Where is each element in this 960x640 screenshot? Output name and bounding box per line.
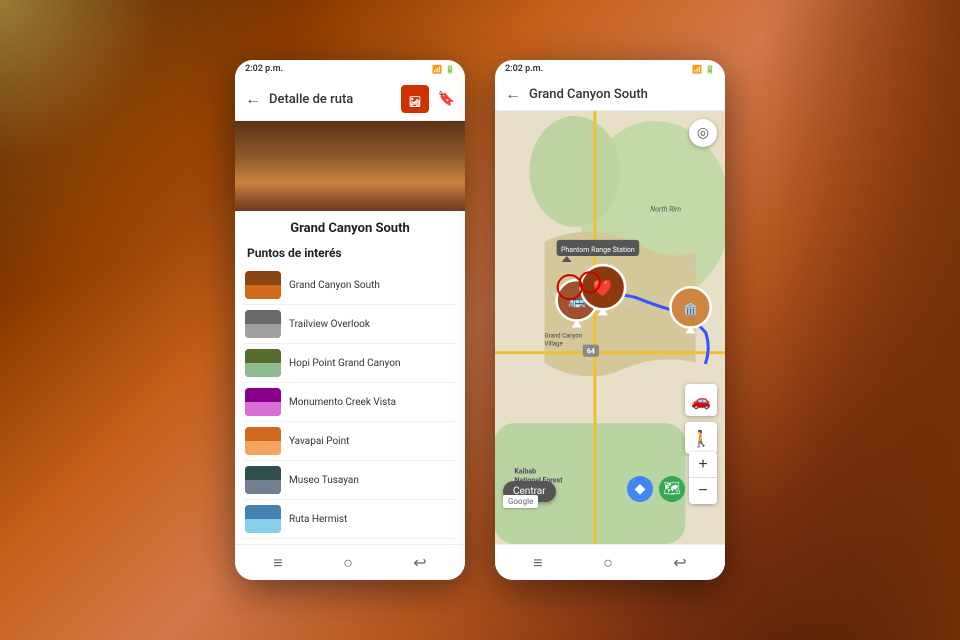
map-container[interactable]: 64 North Rim Grand Canyon Village Kaibab… bbox=[495, 111, 725, 544]
battery-icon-right: 🔋 bbox=[705, 65, 715, 74]
time-left: 2:02 p.m. bbox=[245, 64, 283, 74]
header-title-left: Detalle de ruta bbox=[269, 92, 392, 107]
map-controls: 🚗 🚶 bbox=[685, 384, 717, 454]
poi-thumbnail bbox=[245, 388, 281, 416]
poi-name: Monumento Creek Vista bbox=[289, 397, 396, 408]
poi-thumbnail bbox=[245, 466, 281, 494]
bottom-nav-left: ≡ ○ ↩ bbox=[235, 544, 465, 580]
zoom-in-button[interactable]: + bbox=[689, 452, 717, 478]
back-button-right[interactable]: ← bbox=[505, 84, 521, 104]
poi-name: Museo Tusayan bbox=[289, 475, 359, 486]
section-title: Puntos de interés bbox=[235, 242, 465, 266]
car-mode-button[interactable]: 🚗 bbox=[685, 384, 717, 416]
zoom-controls: + − bbox=[689, 452, 717, 504]
home-icon-left[interactable]: ○ bbox=[343, 553, 353, 573]
svg-text:North Rim: North Rim bbox=[650, 205, 681, 214]
header-title-right: Grand Canyon South bbox=[529, 87, 715, 102]
list-item[interactable]: Grand Canyon South bbox=[243, 266, 457, 305]
hero-image bbox=[235, 121, 465, 211]
app-header-left: ← Detalle de ruta 🏜 🔖 bbox=[235, 78, 465, 121]
svg-text:Kaibab: Kaibab bbox=[514, 467, 536, 476]
back-icon-left[interactable]: ↩ bbox=[413, 553, 426, 572]
svg-text:❤️: ❤️ bbox=[593, 278, 614, 297]
menu-icon-left[interactable]: ≡ bbox=[273, 553, 282, 573]
directions-icon[interactable]: ◆ bbox=[627, 476, 653, 502]
menu-icon-right[interactable]: ≡ bbox=[533, 553, 542, 573]
poi-thumbnail bbox=[245, 505, 281, 533]
list-item[interactable]: Hopi Point Grand Canyon bbox=[243, 344, 457, 383]
battery-icon-left: 🔋 bbox=[445, 65, 455, 74]
list-item[interactable]: Monumento Creek Vista bbox=[243, 383, 457, 422]
poi-name: Hopi Point Grand Canyon bbox=[289, 358, 400, 369]
status-icons-right: 📶 🔋 bbox=[692, 65, 715, 74]
map-nav-icons: ◆ 🗺 bbox=[627, 476, 685, 502]
location-button[interactable]: ◎ bbox=[689, 119, 717, 147]
poi-thumbnail bbox=[245, 271, 281, 299]
list-item[interactable]: Trailview Overlook bbox=[243, 305, 457, 344]
phone-right: 2:02 p.m. 📶 🔋 ← Grand Canyon South bbox=[495, 60, 725, 580]
svg-text:🏛️: 🏛️ bbox=[683, 302, 698, 316]
poi-name: Yavapai Point bbox=[289, 436, 349, 447]
poi-list: Grand Canyon South Trailview Overlook Ho… bbox=[235, 266, 465, 544]
status-bar-left: 2:02 p.m. 📶 🔋 bbox=[235, 60, 465, 78]
app-logo: 🏜 bbox=[400, 84, 430, 114]
home-icon-right[interactable]: ○ bbox=[603, 553, 613, 573]
walk-mode-button[interactable]: 🚶 bbox=[685, 422, 717, 454]
list-item[interactable]: Yavapai Point bbox=[243, 422, 457, 461]
app-header-right: ← Grand Canyon South bbox=[495, 78, 725, 111]
poi-name: Trailview Overlook bbox=[289, 319, 370, 330]
back-icon-right[interactable]: ↩ bbox=[673, 553, 686, 572]
bookmark-button[interactable]: 🔖 bbox=[438, 91, 455, 107]
phone-left: 2:02 p.m. 📶 🔋 ← Detalle de ruta 🏜 🔖 bbox=[235, 60, 465, 580]
list-item[interactable]: Ruta Hermist bbox=[243, 500, 457, 539]
svg-text:64: 64 bbox=[587, 347, 595, 356]
phones-container: 2:02 p.m. 📶 🔋 ← Detalle de ruta 🏜 🔖 bbox=[0, 0, 960, 640]
poi-thumbnail bbox=[245, 427, 281, 455]
poi-name: Grand Canyon South bbox=[289, 280, 380, 291]
time-right: 2:02 p.m. bbox=[505, 64, 543, 74]
zoom-out-button[interactable]: − bbox=[689, 478, 717, 504]
poi-thumbnail bbox=[245, 310, 281, 338]
svg-text:🏜: 🏜 bbox=[408, 96, 421, 108]
svg-text:Phantom Range Station: Phantom Range Station bbox=[561, 245, 635, 254]
google-badge: Google bbox=[503, 495, 538, 508]
location-icon: ◎ bbox=[697, 125, 709, 141]
signal-icon-left: 📶 bbox=[432, 65, 442, 74]
svg-text:Village: Village bbox=[545, 341, 563, 348]
status-icons-left: 📶 🔋 bbox=[432, 65, 455, 74]
maps-icon[interactable]: 🗺 bbox=[659, 476, 685, 502]
svg-text:Grand Canyon: Grand Canyon bbox=[545, 333, 583, 340]
route-title: Grand Canyon South bbox=[235, 211, 465, 242]
signal-icon-right: 📶 bbox=[692, 65, 702, 74]
status-bar-right: 2:02 p.m. 📶 🔋 bbox=[495, 60, 725, 78]
back-button-left[interactable]: ← bbox=[245, 89, 261, 109]
poi-name: Ruta Hermist bbox=[289, 514, 347, 525]
poi-thumbnail bbox=[245, 349, 281, 377]
bottom-nav-right: ≡ ○ ↩ bbox=[495, 544, 725, 580]
list-item[interactable]: Museo Tusayan bbox=[243, 461, 457, 500]
